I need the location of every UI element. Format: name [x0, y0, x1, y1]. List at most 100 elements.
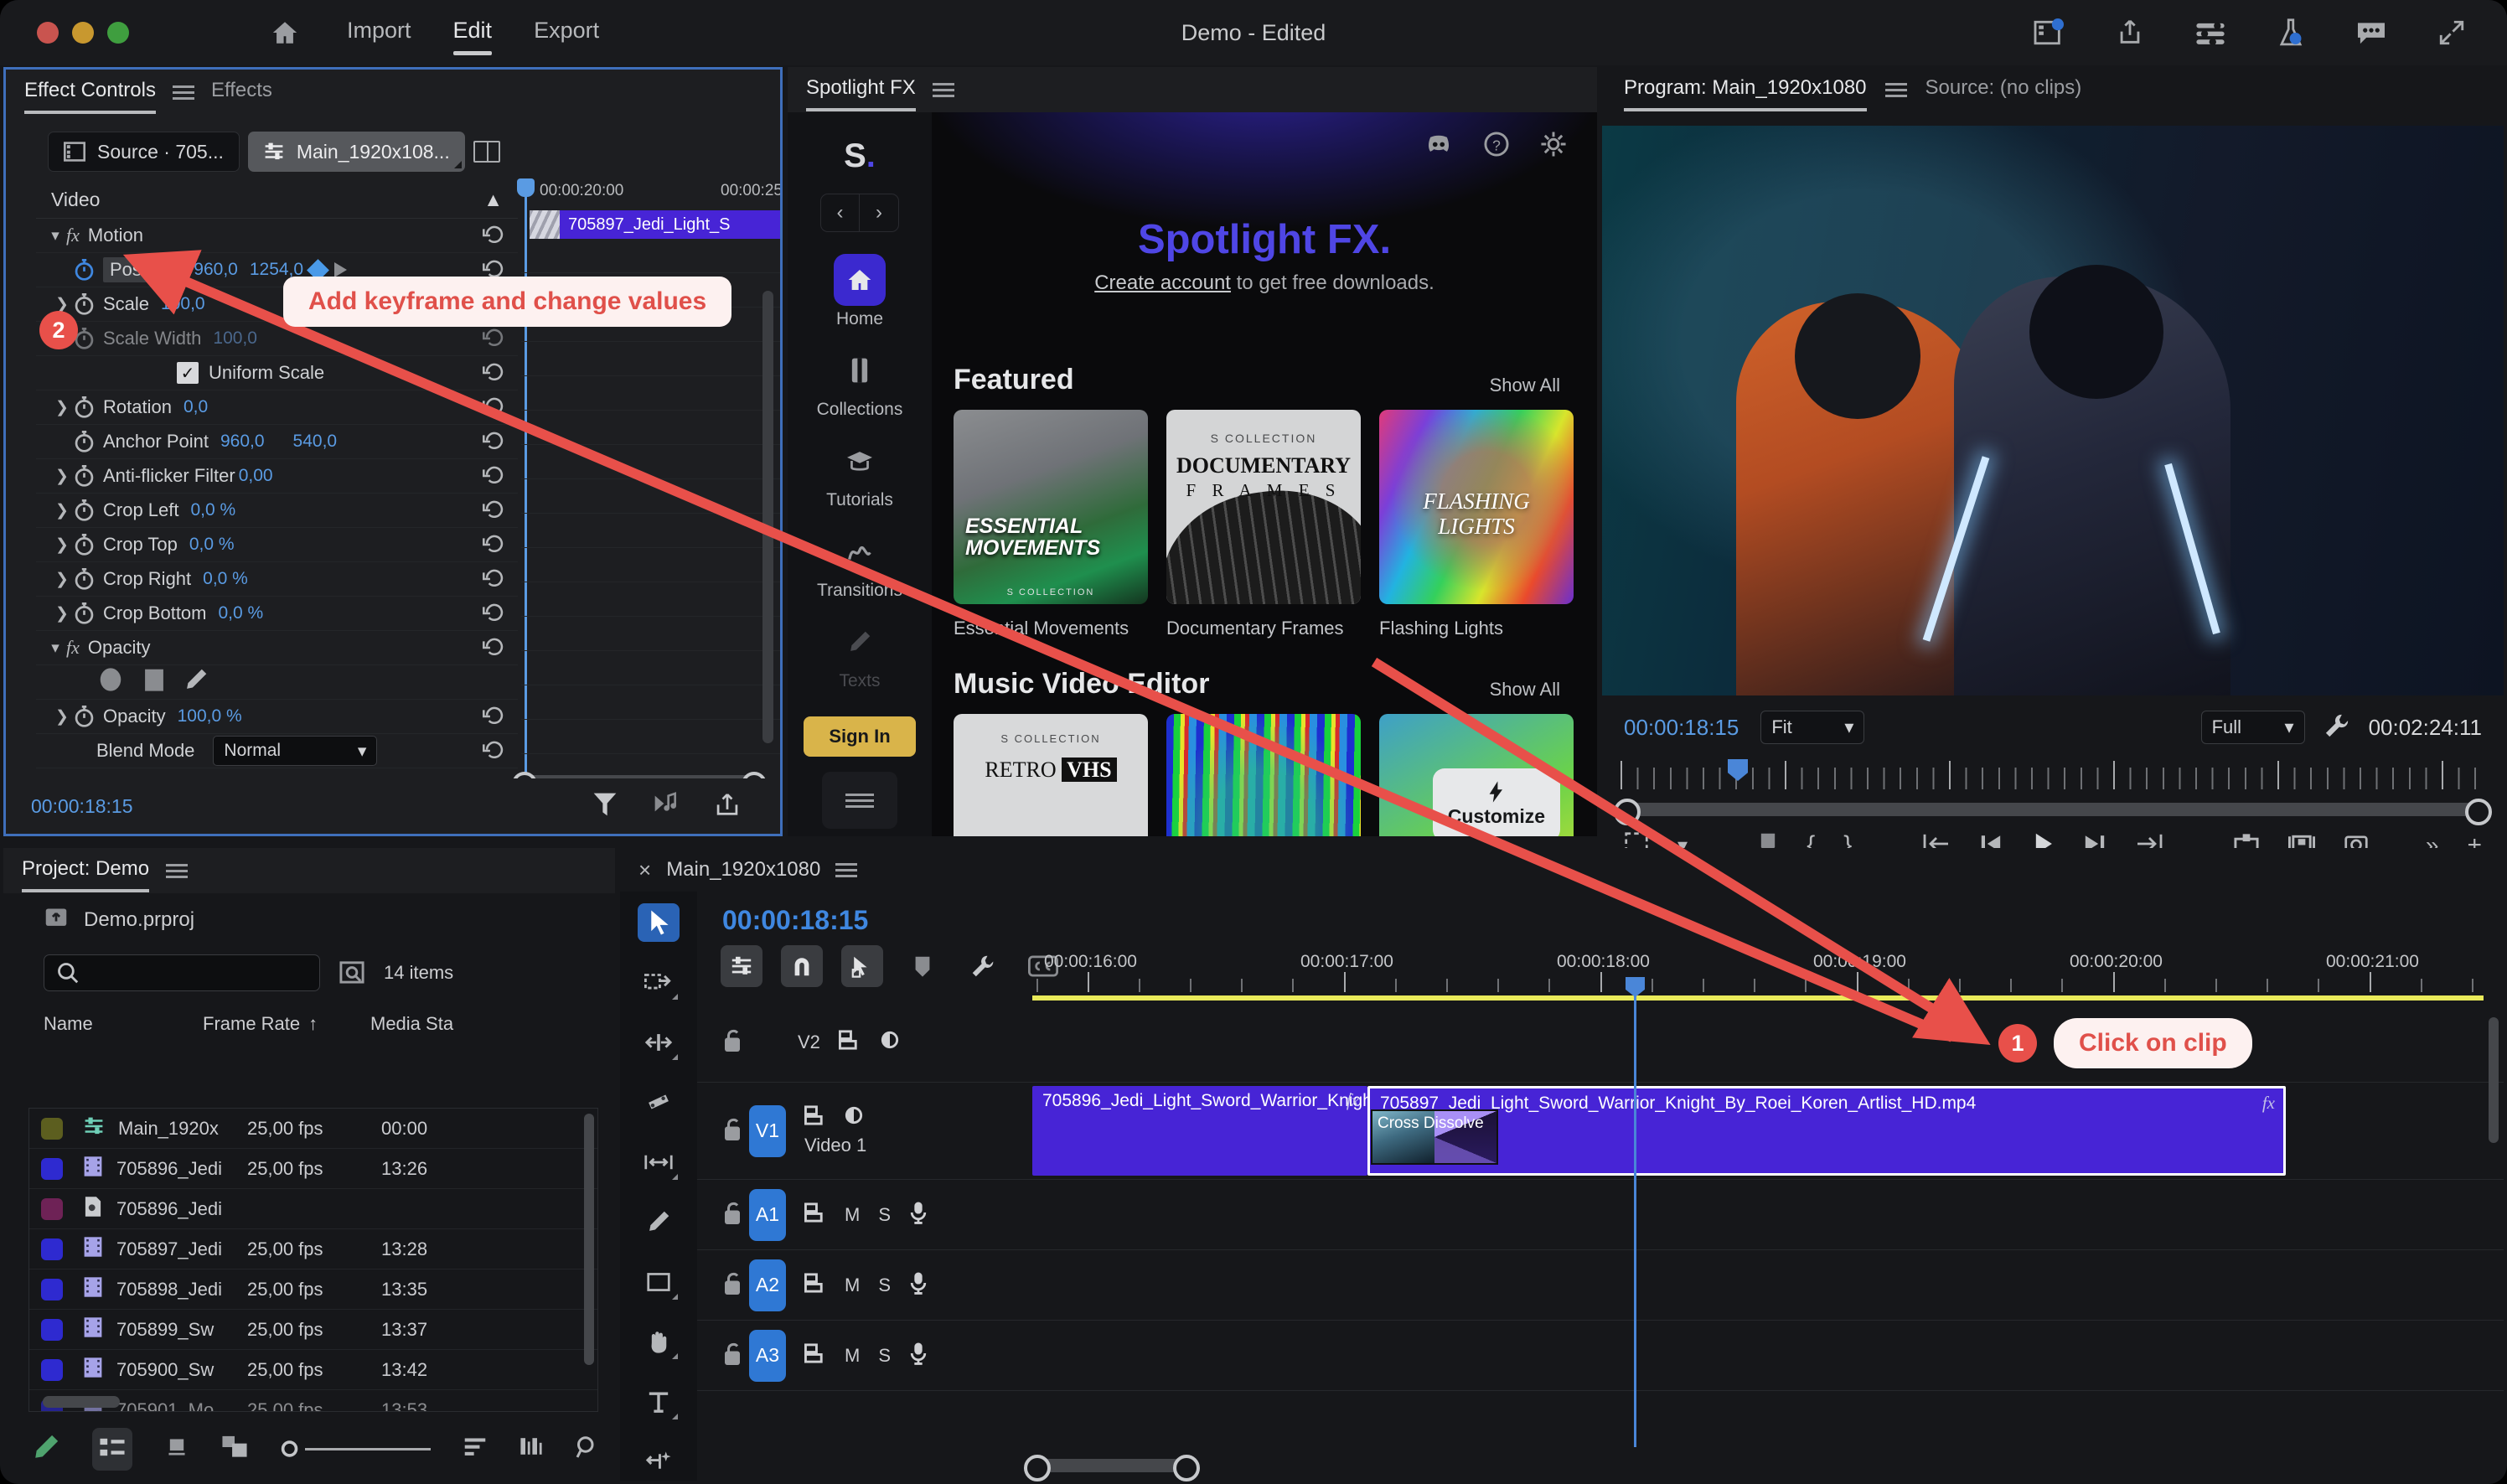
nest-icon[interactable] — [721, 945, 762, 987]
stopwatch-icon[interactable] — [73, 534, 96, 556]
video-section-header[interactable]: Video ▲ — [36, 182, 518, 219]
stopwatch-icon[interactable] — [73, 259, 96, 282]
lock-icon[interactable] — [722, 1270, 742, 1300]
reset-icon[interactable] — [483, 499, 506, 521]
spotlight-nav-arrows[interactable]: ‹ › — [820, 194, 899, 232]
solo-button[interactable]: S — [878, 1345, 891, 1367]
reset-icon[interactable] — [483, 706, 506, 727]
card-essential-movements[interactable]: ESSENTIALMOVEMENTS S COLLECTION Essentia… — [954, 410, 1148, 639]
card-documentary-frames[interactable]: S COLLECTION DOCUMENTARY F R A M E S Doc… — [1166, 410, 1361, 639]
table-row[interactable]: 705897_Jedi 25,00 fps 13:28 — [29, 1229, 597, 1269]
track-target-icon[interactable] — [804, 1273, 826, 1297]
columns-icon[interactable] — [518, 1435, 545, 1464]
reset-icon[interactable] — [483, 740, 506, 762]
track-a2[interactable]: A2 M S — [697, 1250, 2504, 1321]
sidebar-item-home[interactable]: Home — [834, 254, 886, 329]
lock-icon[interactable] — [722, 1200, 742, 1229]
track-content-v1[interactable]: 705896_Jedi_Light_Sword_Warrior_Knight_B… — [1032, 1083, 2504, 1179]
selection-tool[interactable] — [638, 903, 680, 942]
type-tool[interactable] — [638, 1383, 680, 1421]
source-chip[interactable]: Source · 705... — [48, 132, 240, 172]
track-target-icon[interactable] — [804, 1202, 826, 1227]
tab-export[interactable]: Export — [534, 18, 599, 49]
search-field[interactable] — [86, 963, 296, 983]
create-account-link[interactable]: Create account — [1094, 271, 1231, 294]
tab-import[interactable]: Import — [347, 18, 411, 49]
table-row[interactable]: 705898_Jedi 25,00 fps 13:35 — [29, 1269, 597, 1310]
expand-icon[interactable]: ❯ — [51, 707, 73, 726]
expand-icon[interactable]: ❯ — [51, 398, 73, 417]
pen-tool[interactable] — [638, 1203, 680, 1242]
tab-project[interactable]: Project: Demo — [22, 857, 149, 884]
table-row[interactable]: Main_1920x 25,00 fps 00:00 — [29, 1109, 597, 1149]
property-row-scale-width[interactable]: ❯ Scale Width 100,0 — [36, 322, 518, 356]
forward-icon[interactable]: › — [860, 194, 898, 231]
tab-program-monitor[interactable]: Program: Main_1920x1080 — [1624, 76, 1867, 103]
track-id-v1[interactable]: V1 — [749, 1105, 786, 1157]
uniform-scale-row[interactable]: ✓ Uniform Scale — [36, 356, 518, 390]
clip-705896[interactable]: 705896_Jedi_Light_Sword_Warrior_Knight_B… — [1032, 1086, 1367, 1176]
track-a1[interactable]: A1 M S — [697, 1180, 2504, 1250]
snap-icon[interactable] — [781, 945, 823, 987]
sidebar-item-transitions[interactable]: Transitions — [817, 525, 902, 601]
tab-effects[interactable]: Effects — [211, 79, 272, 106]
stopwatch-icon[interactable] — [73, 499, 96, 522]
reset-icon[interactable] — [483, 362, 506, 384]
transform-tool[interactable] — [638, 1443, 680, 1481]
property-value[interactable]: 0,00 — [239, 466, 273, 486]
close-window-button[interactable] — [37, 22, 59, 44]
tab-spotlight-fx[interactable]: Spotlight FX — [806, 76, 916, 103]
rectangle-mask-icon[interactable] — [142, 667, 167, 697]
timeline-timecode[interactable]: 00:00:18:15 — [697, 892, 2504, 936]
gear-icon[interactable] — [1540, 131, 1567, 162]
track-visibility-icon[interactable] — [843, 1105, 865, 1130]
expand-icon[interactable]: ❯ — [51, 570, 73, 589]
expand-icon[interactable]: ❯ — [51, 467, 73, 486]
property-row-crop-top[interactable]: ❯ Crop Top 0,0 % — [36, 528, 518, 562]
property-value[interactable]: 100,0 % — [178, 706, 242, 726]
audio-keyframe-icon[interactable] — [653, 791, 680, 822]
export-icon[interactable] — [715, 791, 740, 822]
razor-tool[interactable] — [638, 1083, 680, 1122]
lock-icon[interactable] — [722, 1027, 742, 1057]
property-value[interactable]: 0,0 % — [191, 500, 236, 520]
zoom-level-select[interactable]: Fit ▾ — [1760, 711, 1864, 744]
track-target-icon[interactable] — [804, 1343, 826, 1368]
mute-button[interactable]: M — [845, 1275, 860, 1296]
track-content-a3[interactable] — [1032, 1321, 2504, 1390]
panel-menu-icon[interactable] — [173, 85, 194, 100]
reset-icon[interactable] — [483, 568, 506, 590]
stopwatch-icon[interactable] — [73, 602, 96, 625]
reset-icon[interactable] — [483, 534, 506, 556]
property-value[interactable]: 0,0 % — [189, 535, 235, 555]
column-header-media-start[interactable]: Media Sta — [370, 1013, 615, 1035]
pen-mask-icon[interactable] — [184, 667, 209, 697]
slip-tool[interactable] — [638, 1143, 680, 1182]
sidebar-item-texts[interactable]: Texts — [834, 616, 886, 691]
show-all-music-button[interactable]: Show All — [1490, 679, 1560, 701]
timeline-playhead[interactable] — [1634, 990, 1636, 1447]
table-row[interactable]: 705900_Sw 25,00 fps 13:42 — [29, 1350, 597, 1390]
table-row[interactable]: 705896_Jedi — [29, 1189, 597, 1229]
timeline-ruler[interactable]: 00:00:16:00 00:00:17:00 00:00:18:00 00:0… — [1032, 949, 2504, 1001]
blend-mode-select[interactable]: Normal ▾ — [213, 736, 377, 766]
track-target-icon[interactable] — [839, 1030, 861, 1054]
property-row-anchor-point[interactable]: Anchor Point 960,0 540,0 — [36, 425, 518, 459]
tab-edit[interactable]: Edit — [453, 18, 493, 49]
program-video-preview[interactable] — [1602, 126, 2504, 695]
lock-icon[interactable] — [722, 1116, 742, 1145]
linked-selection-icon[interactable] — [841, 945, 883, 987]
program-scrollbar[interactable] — [1622, 803, 2484, 816]
reset-icon[interactable] — [483, 465, 506, 487]
expand-icon[interactable]: ❯ — [51, 535, 73, 555]
effect-controls-timecode[interactable]: 00:00:18:15 — [31, 795, 133, 818]
pen-icon[interactable] — [32, 1433, 60, 1466]
project-vertical-scrollbar[interactable] — [584, 1114, 594, 1365]
help-icon[interactable]: ? — [1483, 131, 1510, 162]
mask-tools-row[interactable] — [36, 665, 518, 700]
panel-menu-icon[interactable] — [933, 82, 954, 97]
stopwatch-icon[interactable] — [73, 706, 96, 728]
effect-controls-ruler[interactable]: 00:00:20:00 00:00:25:0 — [521, 182, 780, 210]
timeline-sequence-label[interactable]: Main_1920x1080 — [666, 858, 820, 882]
icon-view-icon[interactable] — [164, 1435, 189, 1464]
